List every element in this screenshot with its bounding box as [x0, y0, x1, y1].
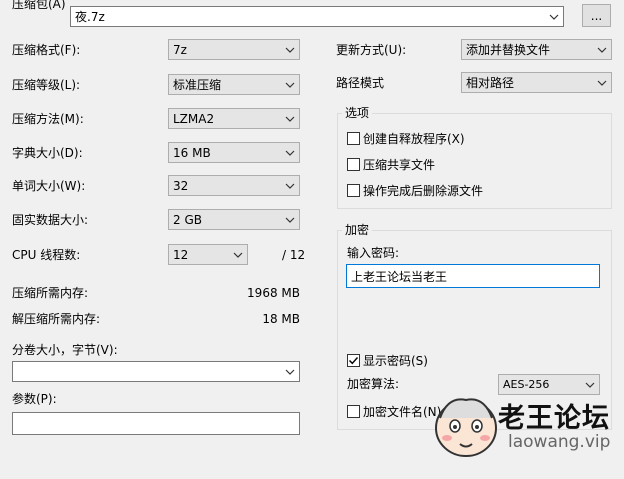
chevron-down-icon[interactable] [229, 245, 247, 264]
shared-checkbox[interactable] [347, 158, 360, 171]
threads-combo[interactable]: 12 [168, 244, 248, 265]
chevron-down-icon[interactable] [545, 7, 563, 26]
level-label: 压缩等级(L): [12, 78, 81, 92]
browse-button[interactable]: ... [582, 4, 611, 27]
params-label: 参数(P): [12, 392, 57, 406]
sfx-checkbox-label: 创建自释放程序(X) [363, 132, 465, 146]
solid-combo[interactable]: 2 GB [168, 209, 300, 230]
solid-value: 2 GB [173, 212, 202, 227]
encrypt-names-row[interactable]: 加密文件名(N) [347, 403, 441, 420]
threads-value: 12 [173, 247, 189, 262]
sfx-checkbox-row[interactable]: 创建自释放程序(X) [347, 130, 465, 147]
dict-label: 字典大小(D): [12, 146, 83, 160]
level-value: 标准压缩 [173, 78, 222, 92]
path-mode-combo[interactable]: 相对路径 [461, 72, 612, 93]
chevron-down-icon[interactable] [281, 75, 299, 94]
encryption-group-title: 加密 [342, 223, 373, 237]
method-label: 压缩方法(M): [12, 112, 84, 126]
delete-checkbox-label: 操作完成后删除源文件 [363, 184, 484, 198]
format-value: 7z [173, 42, 187, 57]
threads-total: / 12 [282, 248, 306, 262]
params-input[interactable] [12, 412, 300, 435]
mascot-face-icon [435, 398, 497, 457]
sfx-checkbox[interactable] [347, 132, 360, 145]
archive-path-combo[interactable]: 夜.7z [70, 6, 564, 27]
word-label: 单词大小(W): [12, 179, 86, 193]
archive-path-value: 夜.7z [75, 10, 105, 24]
method-value: LZMA2 [173, 111, 215, 126]
password-label: 输入密码: [347, 246, 400, 260]
mem-compress-label: 压缩所需内存: [12, 286, 89, 300]
chevron-down-icon[interactable] [281, 210, 299, 229]
mem-decompress-value: 18 MB [262, 312, 300, 326]
chevron-down-icon[interactable] [593, 40, 611, 59]
watermark: 老王论坛 laowang.vip [430, 388, 624, 479]
threads-label: CPU 线程数: [12, 248, 81, 262]
chevron-down-icon[interactable] [281, 362, 299, 381]
shared-checkbox-label: 压缩共享文件 [363, 158, 436, 172]
delete-checkbox[interactable] [347, 184, 360, 197]
format-label: 压缩格式(F): [12, 43, 81, 57]
dict-value: 16 MB [173, 145, 211, 160]
path-mode-value: 相对路径 [466, 76, 515, 90]
show-password-row[interactable]: 显示密码(S) [347, 352, 428, 369]
update-label: 更新方式(U): [336, 43, 407, 57]
chevron-down-icon[interactable] [281, 143, 299, 162]
password-input[interactable]: 上老王论坛当老王 [346, 264, 600, 288]
method-combo[interactable]: LZMA2 [168, 108, 300, 129]
update-value: 添加并替换文件 [466, 43, 551, 57]
chevron-down-icon[interactable] [281, 40, 299, 59]
mem-compress-value: 1968 MB [247, 286, 300, 300]
checkmark-icon [349, 357, 359, 365]
volume-label: 分卷大小，字节(V): [12, 343, 118, 357]
dict-combo[interactable]: 16 MB [168, 142, 300, 163]
volume-combo[interactable] [12, 361, 300, 382]
path-mode-label: 路径模式 [336, 76, 385, 90]
archive-label: 压缩包(A) [12, 0, 66, 11]
chevron-down-icon[interactable] [281, 176, 299, 195]
chevron-down-icon[interactable] [593, 73, 611, 92]
delete-checkbox-row[interactable]: 操作完成后删除源文件 [347, 182, 483, 199]
show-password-label: 显示密码(S) [363, 354, 428, 368]
encrypt-names-checkbox[interactable] [347, 405, 360, 418]
chevron-down-icon[interactable] [281, 109, 299, 128]
watermark-url: laowang.vip [508, 432, 611, 452]
show-password-checkbox[interactable] [347, 354, 360, 367]
mem-decompress-label: 解压缩所需内存: [12, 312, 101, 326]
watermark-title: 老王论坛 [498, 403, 610, 434]
word-combo[interactable]: 32 [168, 175, 300, 196]
update-combo[interactable]: 添加并替换文件 [461, 39, 612, 60]
level-combo[interactable]: 标准压缩 [168, 74, 300, 95]
enc-method-label: 加密算法: [347, 377, 400, 391]
solid-label: 固实数据大小: [12, 213, 89, 227]
word-value: 32 [173, 178, 189, 193]
options-group-title: 选项 [342, 106, 373, 120]
format-combo[interactable]: 7z [168, 39, 300, 60]
shared-checkbox-row[interactable]: 压缩共享文件 [347, 156, 435, 173]
